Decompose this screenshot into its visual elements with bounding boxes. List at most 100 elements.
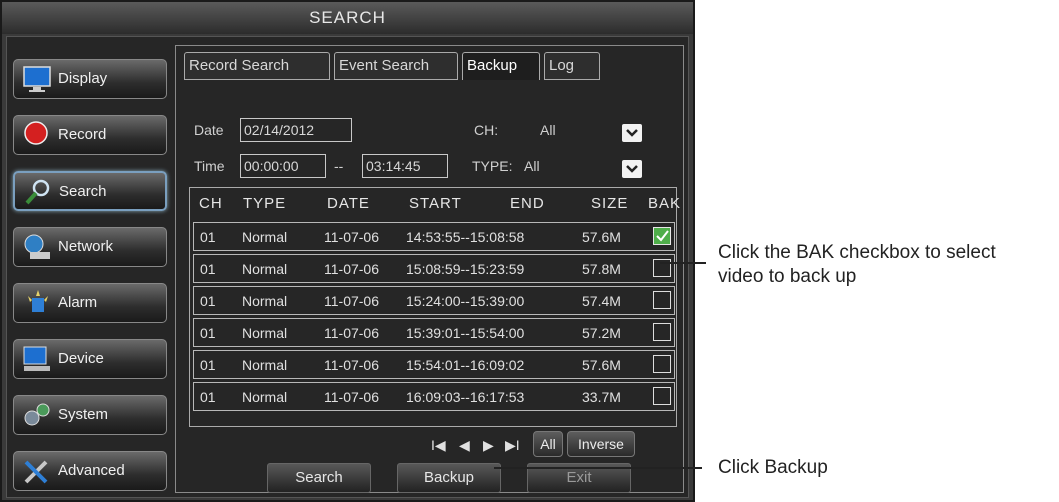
table-row[interactable]: 01 Normal 11-07-06 14:53:55--15:08:58 57.6M [193, 222, 675, 251]
cell-ch: 01 [200, 293, 216, 309]
table-row[interactable]: 01 Normal 11-07-06 15:24:00--15:39:00 57.4M [193, 286, 675, 315]
cell-size: 57.8M [582, 261, 621, 277]
sidebar-item-device[interactable]: Device [13, 339, 167, 379]
bak-callout-line1: Click the BAK checkbox to select [718, 242, 996, 263]
time-separator: -- [334, 158, 344, 174]
col-header-bak: BAK [648, 195, 682, 212]
type-label: TYPE: [472, 158, 513, 174]
cell-ch: 01 [200, 389, 216, 405]
cell-date: 11-07-06 [324, 357, 380, 373]
time-start-field[interactable]: 00:00:00 [240, 154, 326, 178]
record-icon [24, 121, 48, 145]
sidebar-label-system: System [58, 406, 109, 423]
window-title: SEARCH [2, 2, 693, 34]
monitor-icon [23, 66, 51, 92]
bak-checkbox[interactable] [653, 323, 671, 341]
date-field[interactable]: 02/14/2012 [240, 118, 352, 142]
col-header-size: SIZE [591, 195, 629, 212]
cell-range: 16:09:03--16:17:53 [406, 389, 525, 405]
backup-callout: Click Backup [718, 457, 828, 478]
chevron-down-icon [626, 165, 638, 173]
table-row[interactable]: 01 Normal 11-07-06 16:09:03--16:17:53 33.7M [193, 382, 675, 411]
cell-range: 15:08:59--15:23:59 [406, 261, 525, 277]
cell-ch: 01 [200, 229, 216, 245]
type-dropdown[interactable] [622, 160, 642, 178]
sidebar-label-search: Search [59, 183, 107, 200]
sidebar-label-alarm: Alarm [58, 294, 98, 311]
sidebar-label-device: Device [58, 350, 104, 367]
cell-date: 11-07-06 [324, 325, 380, 341]
tab-backup[interactable]: Backup [462, 52, 540, 80]
cell-size: 33.7M [582, 389, 621, 405]
date-label: Date [194, 122, 224, 138]
device-icon [23, 346, 50, 371]
tab-record-search[interactable]: Record Search [184, 52, 330, 80]
cell-size: 57.2M [582, 325, 621, 341]
table-row[interactable]: 01 Normal 11-07-06 15:54:01--16:09:02 57.6M [193, 350, 675, 379]
col-header-start: START [409, 195, 462, 212]
search-button[interactable]: Search [267, 463, 371, 493]
cell-type: Normal [242, 357, 288, 373]
cell-type: Normal [242, 325, 288, 341]
dvr-window: SEARCH Display Record Search Network Ala… [0, 0, 695, 502]
system-icon [24, 403, 50, 426]
col-header-date: DATE [327, 195, 370, 212]
backup-callout-line [494, 467, 702, 469]
type-value: All [524, 158, 540, 174]
cell-type: Normal [242, 389, 288, 405]
col-header-type: TYPE [243, 195, 287, 212]
sidebar-item-advanced[interactable]: Advanced [13, 451, 167, 491]
time-label: Time [194, 158, 225, 174]
cell-range: 15:24:00--15:39:00 [406, 293, 525, 309]
sidebar-label-display: Display [58, 70, 108, 87]
select-all-button[interactable]: All [533, 431, 563, 457]
table-row[interactable]: 01 Normal 11-07-06 15:08:59--15:23:59 57.8M [193, 254, 675, 283]
last-page-icon[interactable]: ▶I [505, 437, 520, 454]
cell-range: 15:54:01--16:09:02 [406, 357, 525, 373]
col-header-ch: CH [199, 195, 223, 212]
network-icon [24, 234, 50, 259]
sidebar-item-search[interactable]: Search [13, 171, 167, 211]
cell-size: 57.6M [582, 357, 621, 373]
magnifier-icon [25, 179, 50, 205]
cell-range: 15:39:01--15:54:00 [406, 325, 525, 341]
cell-size: 57.6M [582, 229, 621, 245]
chevron-down-icon [626, 129, 638, 137]
sidebar-item-system[interactable]: System [13, 395, 167, 435]
ch-dropdown[interactable] [622, 124, 642, 142]
prev-page-icon[interactable]: ◀ [459, 437, 470, 454]
cell-ch: 01 [200, 261, 216, 277]
cell-type: Normal [242, 261, 288, 277]
cell-date: 11-07-06 [324, 293, 380, 309]
sidebar-label-network: Network [58, 238, 114, 255]
cell-type: Normal [242, 229, 288, 245]
sidebar-item-display[interactable]: Display [13, 59, 167, 99]
sidebar-item-alarm[interactable]: Alarm [13, 283, 167, 323]
cell-size: 57.4M [582, 293, 621, 309]
backup-button[interactable]: Backup [397, 463, 501, 493]
bak-checkbox[interactable] [653, 355, 671, 373]
sidebar-label-record: Record [58, 126, 107, 143]
tab-event-search[interactable]: Event Search [334, 52, 458, 80]
sidebar-item-network[interactable]: Network [13, 227, 167, 267]
bak-callout-line2: video to back up [718, 266, 857, 287]
alarm-icon [28, 290, 48, 312]
ch-label: CH: [474, 122, 499, 138]
tab-log[interactable]: Log [544, 52, 600, 80]
table-row[interactable]: 01 Normal 11-07-06 15:39:01--15:54:00 57.2M [193, 318, 675, 347]
bak-callout-line [660, 262, 706, 264]
next-page-icon[interactable]: ▶ [483, 437, 494, 454]
bak-checkbox[interactable] [653, 291, 671, 309]
cell-date: 11-07-06 [324, 229, 380, 245]
bak-checkbox[interactable] [653, 227, 671, 245]
cell-date: 11-07-06 [324, 261, 380, 277]
cell-ch: 01 [200, 357, 216, 373]
col-header-end: END [510, 195, 545, 212]
inverse-button[interactable]: Inverse [567, 431, 635, 457]
tools-icon [24, 460, 48, 484]
first-page-icon[interactable]: I◀ [431, 437, 446, 454]
cell-type: Normal [242, 293, 288, 309]
sidebar-item-record[interactable]: Record [13, 115, 167, 155]
bak-checkbox[interactable] [653, 387, 671, 405]
time-end-field[interactable]: 03:14:45 [362, 154, 448, 178]
